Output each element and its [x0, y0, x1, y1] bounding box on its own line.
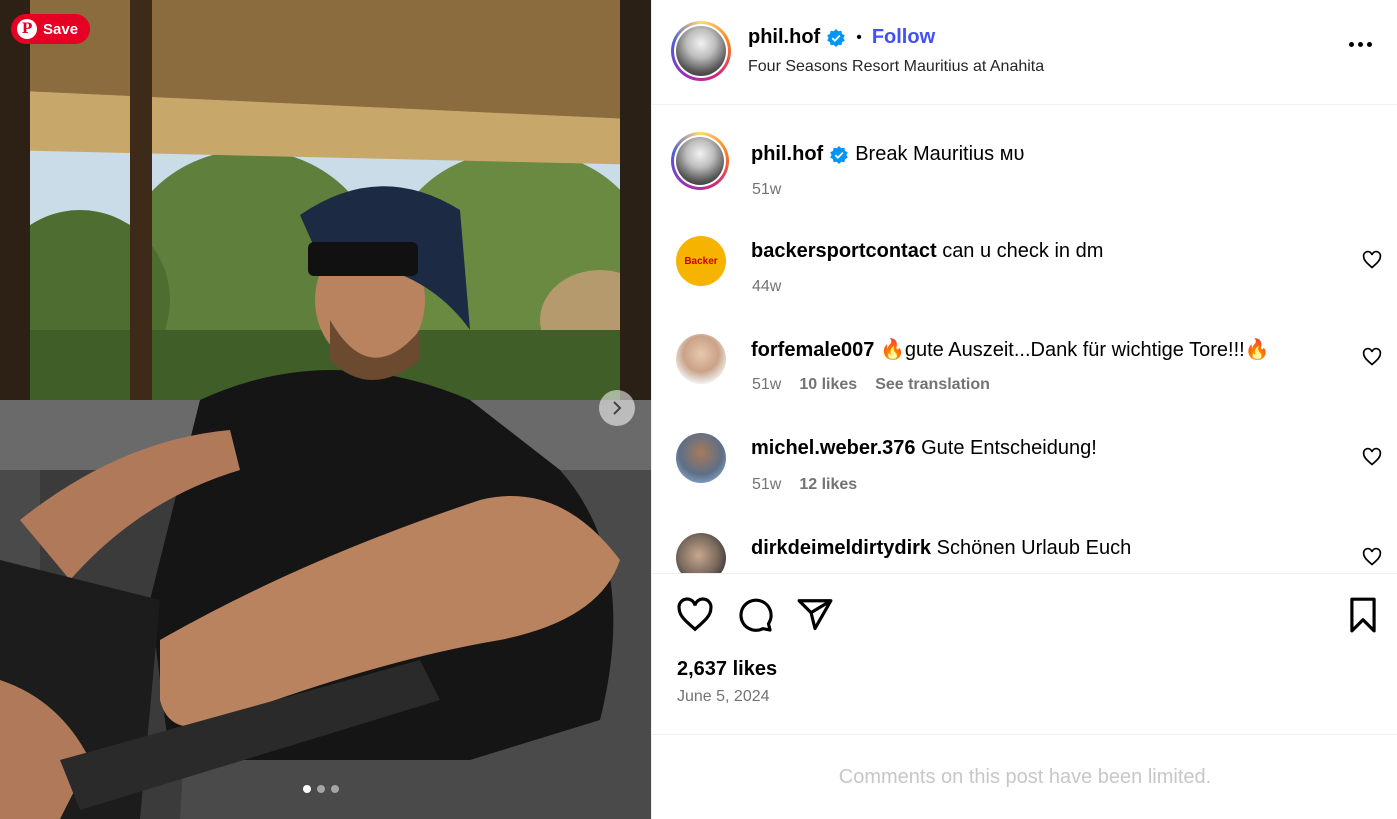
pinterest-icon: P — [17, 19, 37, 39]
comment-avatar[interactable] — [676, 433, 726, 483]
carousel-indicator — [303, 785, 339, 793]
caption-line: phil.hof Break Mauritius ᴍᴜ — [751, 143, 1024, 166]
follow-button[interactable]: Follow — [872, 26, 935, 49]
caption-username[interactable]: phil.hof — [751, 143, 823, 166]
separator-dot: • — [856, 28, 862, 46]
caption-meta: 51w — [752, 181, 781, 199]
like-comment-heart-icon[interactable] — [1362, 447, 1382, 467]
author-username[interactable]: phil.hof — [748, 26, 820, 49]
like-comment-heart-icon[interactable] — [1362, 547, 1382, 567]
more-options-button[interactable] — [1349, 42, 1372, 47]
comment-line: michel.weber.376 Gute Entscheidung! — [751, 437, 1097, 460]
comment-meta: 51w 12 likes — [752, 476, 857, 494]
caption-time[interactable]: 51w — [752, 181, 781, 199]
post-location[interactable]: Four Seasons Resort Mauritius at Anahita — [748, 58, 1044, 76]
verified-badge-icon — [830, 145, 849, 164]
post-actions: 2,637 likes June 5, 2024 — [652, 573, 1397, 735]
comment-time[interactable]: 51w — [752, 476, 781, 494]
see-translation-link[interactable]: See translation — [875, 376, 990, 394]
comment-bubble-icon[interactable] — [736, 596, 774, 634]
bookmark-icon[interactable] — [1344, 596, 1382, 634]
more-dot-icon — [1349, 42, 1354, 47]
comment-line: dirkdeimeldirtydirk Schönen Urlaub Euch — [751, 537, 1131, 560]
post-header: phil.hof • Follow Four Seasons Resort Ma… — [652, 0, 1397, 105]
comment-line: forfemale007 🔥gute Auszeit...Dank für wi… — [751, 337, 1270, 362]
comments-limited-notice: Comments on this post have been limited. — [838, 766, 1212, 788]
comment-avatar[interactable] — [676, 533, 726, 573]
more-dot-icon — [1367, 42, 1372, 47]
author-avatar[interactable] — [671, 21, 731, 81]
more-dot-icon — [1358, 42, 1363, 47]
comment-text: can u check in dm — [942, 240, 1104, 262]
post-date[interactable]: June 5, 2024 — [677, 688, 770, 706]
carousel-dot — [317, 785, 325, 793]
comment-time[interactable]: 44w — [752, 278, 781, 296]
post-photo — [0, 0, 651, 819]
comments-list[interactable]: phil.hof Break Mauritius ᴍᴜ 51w Backer b… — [652, 106, 1397, 573]
like-comment-heart-icon[interactable] — [1362, 250, 1382, 270]
comment-username[interactable]: backersportcontact — [751, 240, 937, 262]
next-slide-button[interactable] — [599, 390, 635, 426]
pinterest-save-button[interactable]: P Save — [11, 14, 91, 44]
post-details-panel: phil.hof • Follow Four Seasons Resort Ma… — [651, 0, 1397, 819]
comment-username[interactable]: michel.weber.376 — [751, 437, 916, 459]
comment-username[interactable]: forfemale007 — [751, 339, 874, 361]
comment-avatar[interactable]: Backer — [676, 236, 726, 286]
comment-text: 🔥gute Auszeit...Dank für wichtige Tore!!… — [879, 339, 1270, 361]
save-label: Save — [43, 20, 79, 38]
verified-badge-icon — [827, 28, 846, 47]
comment-likes[interactable]: 10 likes — [799, 376, 857, 394]
like-comment-heart-icon[interactable] — [1362, 347, 1382, 367]
carousel-dot — [303, 785, 311, 793]
caption-avatar[interactable] — [671, 132, 729, 190]
comment-likes[interactable]: 12 likes — [799, 476, 857, 494]
comment-line: backersportcontact can u check in dm — [751, 240, 1103, 263]
comment-meta: 44w — [752, 278, 781, 296]
comment-time[interactable]: 51w — [752, 376, 781, 394]
comment-avatar[interactable] — [676, 334, 726, 384]
comment-meta: 51w 10 likes See translation — [752, 376, 990, 394]
like-heart-icon[interactable] — [676, 596, 714, 634]
comment-text: Schönen Urlaub Euch — [936, 537, 1132, 559]
carousel-dot — [331, 785, 339, 793]
comment-username[interactable]: dirkdeimeldirtydirk — [751, 537, 931, 559]
share-plane-icon[interactable] — [796, 596, 834, 634]
comment-text: Gute Entscheidung! — [921, 437, 1097, 459]
chevron-right-icon — [613, 401, 622, 415]
caption-text: Break Mauritius ᴍᴜ — [855, 143, 1025, 165]
likes-count[interactable]: 2,637 likes — [677, 658, 777, 681]
post-media[interactable]: P Save — [0, 0, 651, 819]
